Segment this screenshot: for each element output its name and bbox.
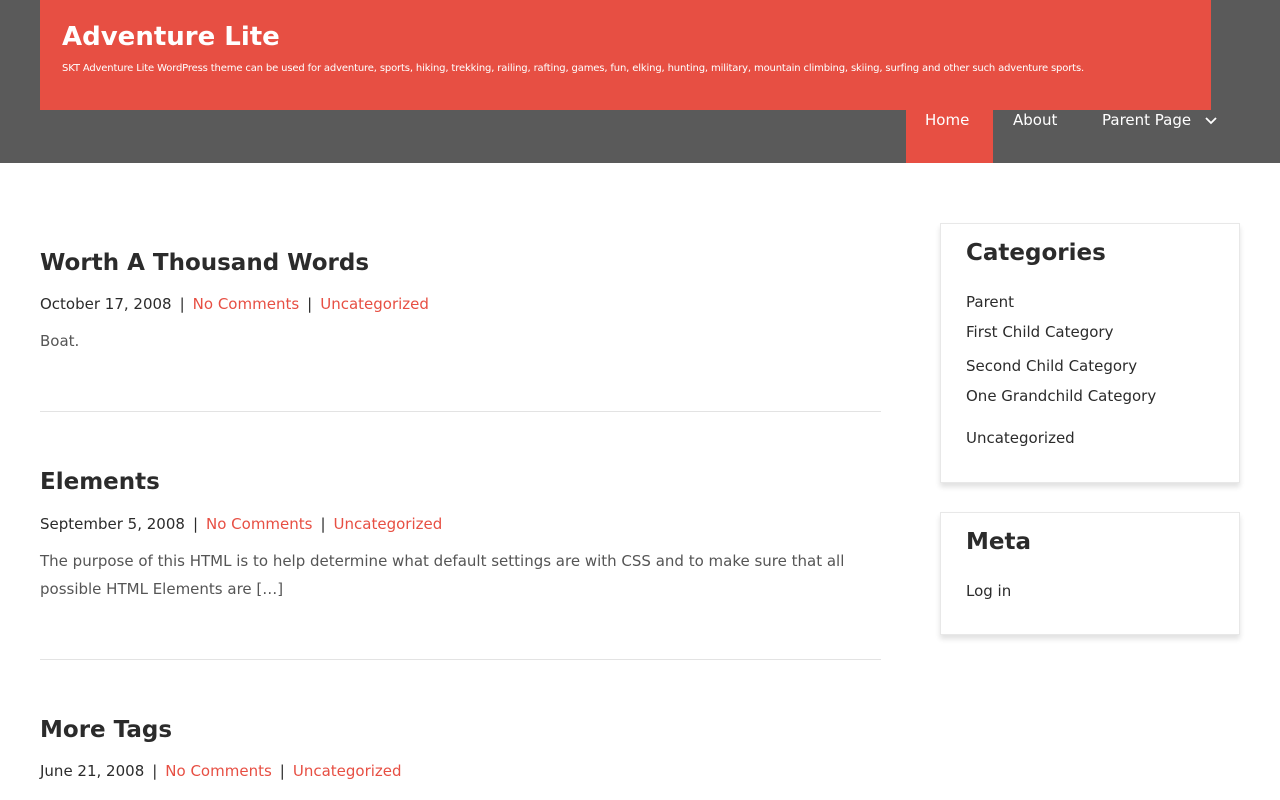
category-link[interactable]: Uncategorized	[320, 295, 429, 313]
widget-title: Meta	[966, 529, 1032, 555]
meta-separator: |	[279, 762, 285, 780]
post-meta: September 5, 2008 | No Comments | Uncategori…	[40, 515, 442, 533]
comments-link[interactable]: No Comments	[193, 295, 299, 313]
nav-link-about[interactable]: About	[1013, 110, 1057, 130]
post-divider	[40, 659, 881, 660]
categories-widget: Categories Parent First Child Category S…	[940, 223, 1240, 483]
widget-title: Categories	[966, 240, 1106, 266]
meta-separator: |	[307, 295, 313, 313]
post-title[interactable]: Elements	[40, 469, 160, 495]
comments-link[interactable]: No Comments	[206, 515, 312, 533]
category-item[interactable]: Uncategorized	[966, 429, 1075, 447]
site-description: SKT Adventure Lite WordPress theme can b…	[62, 63, 1085, 74]
category-link[interactable]: Uncategorized	[334, 515, 443, 533]
meta-separator: |	[152, 762, 158, 780]
category-item[interactable]: First Child Category	[966, 323, 1113, 341]
post-title[interactable]: More Tags	[40, 717, 172, 743]
site-title[interactable]: Adventure Lite	[62, 22, 280, 52]
chevron-down-icon[interactable]	[1203, 112, 1219, 128]
meta-separator: |	[320, 515, 326, 533]
post-date: September 5, 2008	[40, 515, 185, 533]
post-meta: October 17, 2008 | No Comments | Uncategoriz…	[40, 295, 429, 313]
category-item[interactable]: Parent	[966, 293, 1014, 311]
login-link[interactable]: Log in	[966, 582, 1011, 600]
category-item[interactable]: One Grandchild Category	[966, 387, 1156, 405]
meta-separator: |	[192, 515, 198, 533]
post-meta: June 21, 2008 | No Comments | Uncategorized	[40, 762, 402, 780]
post-date: June 21, 2008	[40, 762, 145, 780]
meta-separator: |	[179, 295, 185, 313]
site-branding: Adventure Lite SKT Adventure Lite WordPr…	[40, 0, 1211, 110]
post-title[interactable]: Worth A Thousand Words	[40, 250, 369, 276]
nav-link-home[interactable]: Home	[925, 110, 969, 130]
site-header: Adventure Lite SKT Adventure Lite WordPr…	[0, 0, 1280, 163]
post-excerpt: The purpose of this HTML is to help dete…	[40, 552, 845, 598]
comments-link[interactable]: No Comments	[165, 762, 271, 780]
category-item[interactable]: Second Child Category	[966, 357, 1137, 375]
post-divider	[40, 411, 881, 412]
meta-widget: Meta Log in	[940, 512, 1240, 635]
category-link[interactable]: Uncategorized	[293, 762, 402, 780]
post-excerpt: Boat.	[40, 332, 80, 350]
post-date: October 17, 2008	[40, 295, 172, 313]
nav-link-parent-page[interactable]: Parent Page	[1102, 110, 1191, 130]
